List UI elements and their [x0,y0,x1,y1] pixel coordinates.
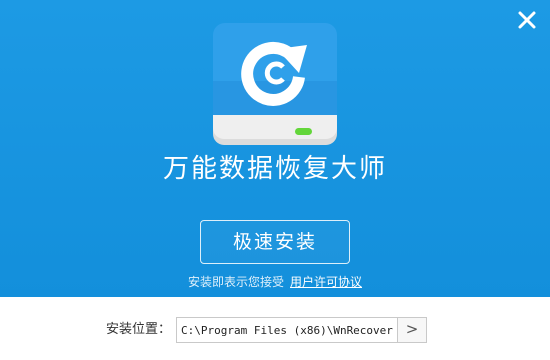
installer-window: 万能数据恢复大师 极速安装 安装即表示您接受用户许可协议 安装位置： > [0,0,550,360]
quick-install-button[interactable]: 极速安装 [200,220,350,264]
close-icon [518,11,536,29]
install-location-label: 安装位置： [106,322,172,337]
install-location-bar: 安装位置： > [0,297,550,360]
agreement-text: 安装即表示您接受 [187,275,284,289]
license-agreement-line: 安装即表示您接受 用户许可协议 [0,273,550,290]
app-title: 万能数据恢复大师 [162,154,387,184]
recovery-drive-logo-icon [213,23,337,145]
install-path-input[interactable] [176,317,398,343]
app-logo [211,21,339,149]
close-button[interactable] [516,9,538,31]
header-area: 万能数据恢复大师 极速安装 安装即表示您接受 用户许可协议 [0,0,550,297]
license-agreement-link[interactable]: 用户许可协议 [290,275,362,289]
browse-button[interactable]: > [397,317,427,343]
